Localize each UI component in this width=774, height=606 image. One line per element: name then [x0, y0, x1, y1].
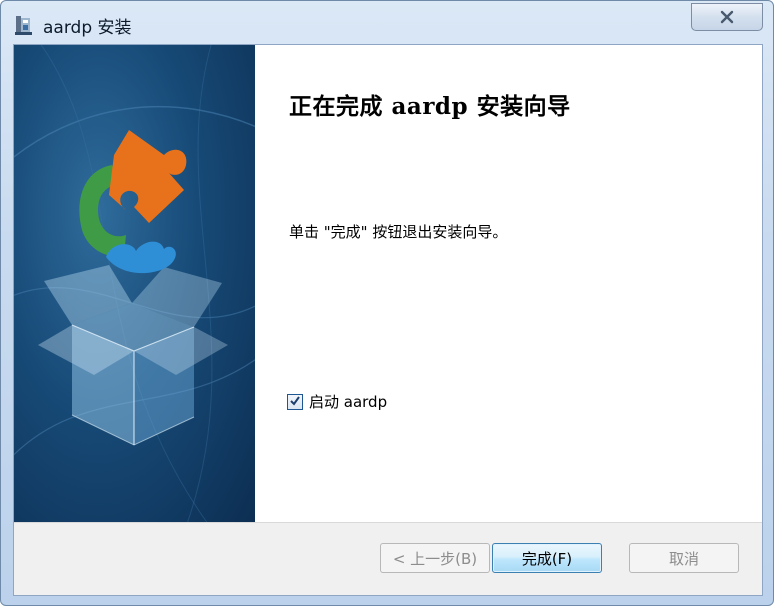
instruction-text: 单击 "完成" 按钮退出安装向导。	[289, 223, 508, 241]
cancel-button[interactable]: 取消	[629, 543, 739, 573]
close-icon	[719, 10, 735, 24]
finish-button[interactable]: 完成(F)	[492, 543, 602, 573]
checkmark-icon	[289, 392, 301, 411]
installer-icon	[13, 14, 35, 36]
title-bar[interactable]: aardp 安装	[1, 1, 773, 45]
launch-option[interactable]: 启动 aardp	[287, 391, 387, 412]
launch-checkbox[interactable]	[287, 392, 303, 411]
page-title: 正在完成 aardp 安装向导	[289, 93, 571, 120]
close-button[interactable]	[691, 3, 763, 31]
installer-window: aardp 安装 正在完成 aardp 安装向导 单击 "完成" 按钮退出安装向…	[0, 0, 774, 606]
wizard-content: 正在完成 aardp 安装向导 单击 "完成" 按钮退出安装向导。 启动 aar…	[255, 45, 762, 522]
launch-checkbox-label[interactable]: 启动 aardp	[309, 391, 387, 412]
wizard-client-area: 正在完成 aardp 安装向导 单击 "完成" 按钮退出安装向导。 启动 aar…	[13, 44, 763, 596]
window-title: aardp 安装	[43, 18, 132, 38]
puzzle-box-illustration	[14, 45, 255, 522]
button-bar: < 上一步(B) 完成(F) 取消	[14, 522, 762, 595]
back-button[interactable]: < 上一步(B)	[380, 543, 490, 573]
